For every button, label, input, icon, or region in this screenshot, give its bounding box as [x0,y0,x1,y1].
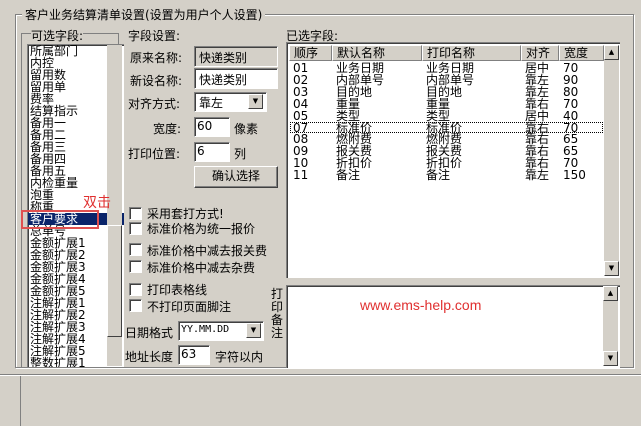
uniform-price-checkbox[interactable] [129,222,142,235]
watermark-text: www.ems-help.com [360,297,482,313]
address-length-input[interactable]: 63 [178,345,210,365]
table-scrollbar[interactable]: ▲ ▼ [604,45,619,276]
width-input[interactable]: 60 [194,117,230,137]
chevron-down-icon[interactable]: ▼ [246,323,261,338]
print-position-input[interactable]: 6 [194,142,230,162]
template-print-checkbox[interactable] [129,207,142,220]
table-cell[interactable]: 备注 [426,169,450,181]
table-cell[interactable]: 居中 [525,110,549,122]
table-lines-label: 打印表格线 [147,283,208,297]
align-value: 靠左 [199,96,224,110]
align-select[interactable]: 靠左 ▼ [194,92,267,112]
new-name-label: 新设名称: [130,74,183,88]
print-note-label: 打印备注 [271,287,284,340]
column-header-print-name[interactable]: 打印名称 [422,45,521,61]
column-header-align[interactable]: 对齐 [521,45,559,61]
column-header-order[interactable]: 顺序 [289,45,332,61]
date-format-label: 日期格式 [125,326,174,340]
scroll-down-icon[interactable]: ▼ [603,351,618,366]
new-name-value: 快递类别 [199,73,248,87]
note-scrollbar[interactable]: ▲ ▼ [603,286,618,366]
field-settings-label: 字段设置: [128,29,181,43]
column-header-width[interactable]: 宽度 [559,45,604,61]
minus-misc-label: 标准价格中减去杂费 [147,261,256,275]
annotation-highlight [21,210,99,229]
table-lines-checkbox[interactable] [129,283,142,296]
date-format-select[interactable]: YY.MM.DD ▼ [178,321,264,341]
table-cell[interactable]: 40 [563,110,578,122]
minus-customs-checkbox[interactable] [129,243,142,256]
scroll-thumb[interactable] [107,225,122,337]
minus-misc-checkbox[interactable] [129,260,142,273]
uniform-price-label: 标准价格为统一报价 [147,222,256,236]
table-cell[interactable]: 05 [293,110,308,122]
table-cell[interactable]: 150 [563,169,586,181]
table-cell[interactable]: 类型 [336,110,360,122]
address-length-label: 地址长度 [125,350,174,364]
column-header-default-name[interactable]: 默认名称 [332,45,422,61]
address-length-value: 63 [181,347,197,361]
width-unit: 像素 [234,122,259,136]
no-footer-label: 不打印页面脚注 [147,300,232,314]
no-footer-checkbox[interactable] [129,299,142,312]
new-name-field[interactable]: 快递类别 [194,68,278,89]
confirm-select-button[interactable]: 确认选择 [194,166,278,188]
scroll-down-icon[interactable]: ▼ [604,261,619,276]
print-position-unit: 列 [234,147,247,161]
table-cell[interactable]: 靠左 [525,169,549,181]
address-length-unit: 字符以内 [215,350,264,364]
width-label: 宽度: [153,122,182,136]
table-cell[interactable]: 类型 [426,110,450,122]
bottom-divider-highlight [0,375,641,376]
scroll-up-icon[interactable]: ▲ [604,45,619,60]
date-format-value: YY.MM.DD [181,324,230,335]
original-name-label: 原来名称: [130,51,183,65]
table-cell[interactable]: 11 [293,169,308,181]
print-position-label: 打印位置: [128,147,181,161]
align-label: 对齐方式: [128,97,181,111]
available-fields-label: 可选字段: [31,27,84,44]
chevron-down-icon[interactable]: ▼ [248,94,263,109]
width-value: 60 [197,119,213,133]
selected-fields-table[interactable]: 顺序 默认名称 打印名称 对齐 宽度 ▲ ▼ 01 业务日期 业务日期 居中 70 02 内… [286,42,620,278]
scroll-up-icon[interactable]: ▲ [603,286,618,301]
table-cell[interactable]: 备注 [336,169,360,181]
annotation-text: 双击 [83,195,111,211]
original-name-value: 快递类别 [199,51,248,65]
original-name-field: 快递类别 [194,46,278,67]
bottom-left-edge [20,376,21,426]
window-title: 客户业务结算清单设置(设置为用户个人设置) [22,6,266,23]
minus-customs-label: 标准价格中减去报关费 [147,244,268,258]
print-position-value: 6 [197,144,205,158]
